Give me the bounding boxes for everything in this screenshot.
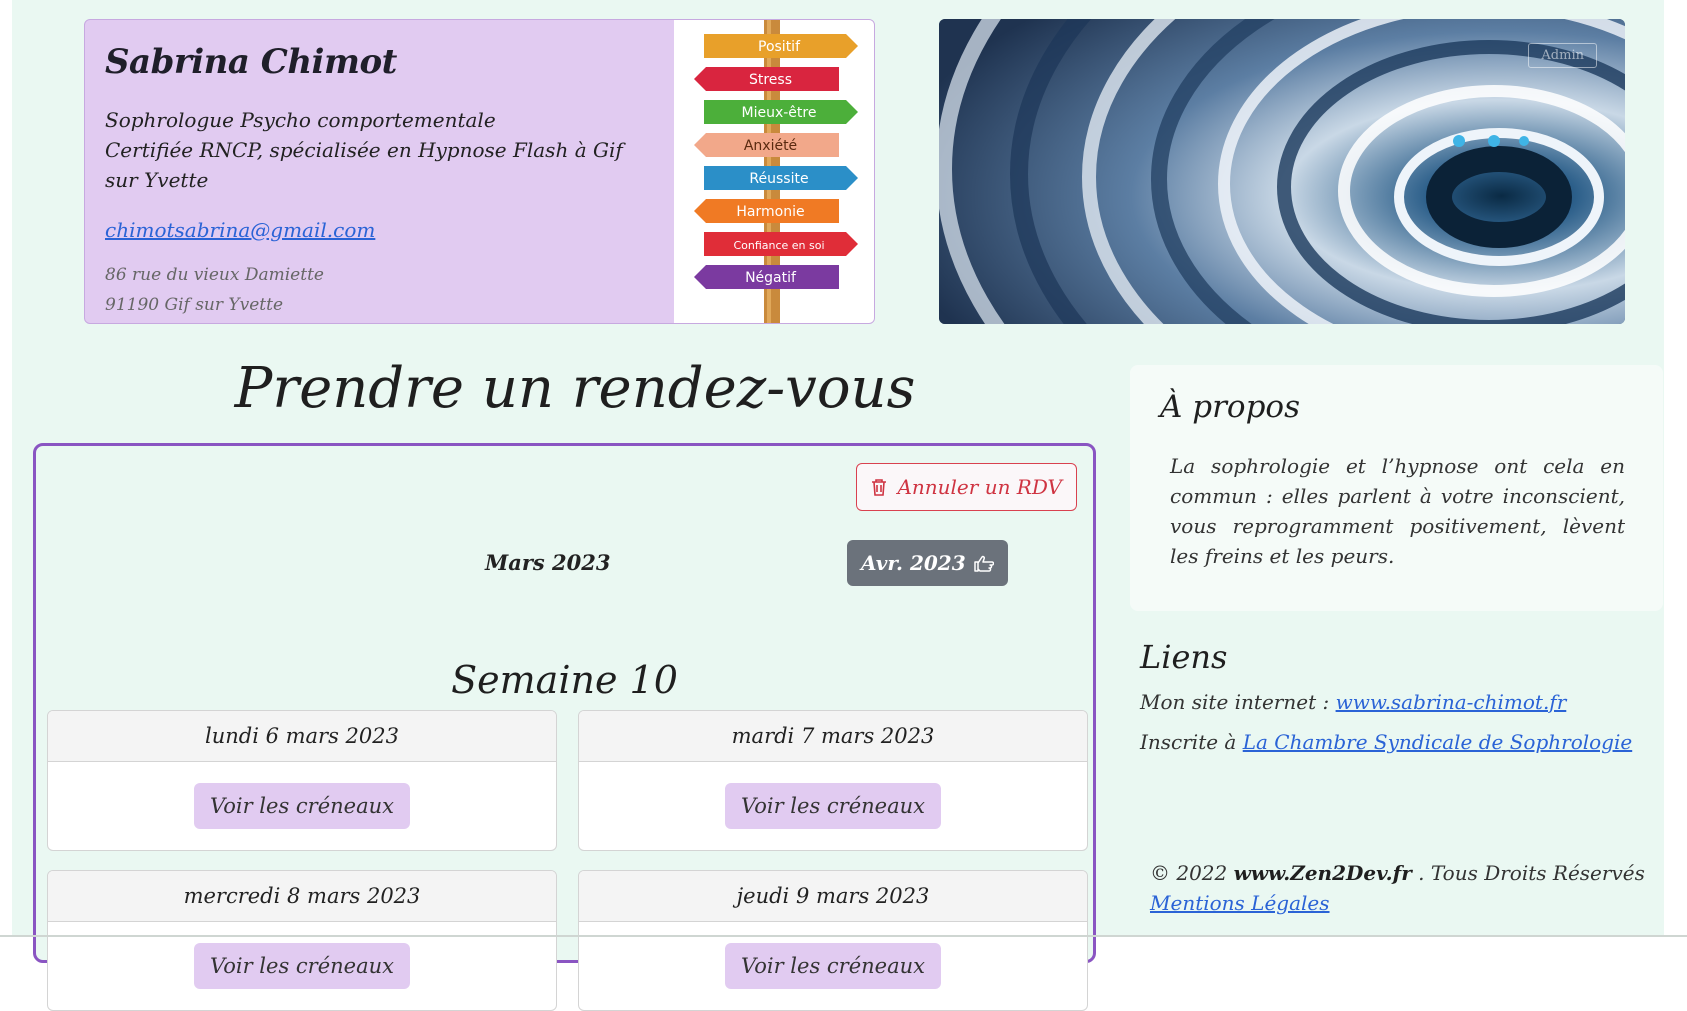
chamber-prefix: Inscrite à [1140,730,1243,754]
week-label: Semaine 10 [451,658,678,702]
profile-card: Sabrina Chimot Sophrologue Psycho compor… [84,19,875,324]
links-title: Liens [1140,638,1228,676]
cancel-appointment-button[interactable]: Annuler un RDV [856,463,1077,511]
profile-description-line: Sophrologue Psycho comportementale [105,108,496,132]
signpost-word: Négatif [745,270,797,286]
footer-rights: . Tous Droits Réservés [1411,861,1645,885]
signpost-word: Positif [758,39,801,55]
signpost-arrow: Stress [694,67,839,91]
spiral-image: Admin [939,19,1625,324]
profile-address: 86 rue du vieux Damiette 91190 Gif sur Y… [105,260,324,320]
signpost-arrow: Harmonie [694,199,839,223]
next-month-button[interactable]: Avr. 2023 [847,540,1008,586]
page: Sabrina Chimot Sophrologue Psycho compor… [12,0,1664,1011]
address-line: 86 rue du vieux Damiette [105,265,324,285]
address-line: 91190 Gif sur Yvette [105,295,284,315]
profile-name: Sabrina Chimot [105,42,397,82]
next-month-label: Avr. 2023 [861,551,966,575]
about-card: À propos La sophrologie et l’hypnose ont… [1130,365,1663,611]
signpost-arrow: Négatif [694,265,839,289]
view-slots-button[interactable]: Voir les créneaux [725,783,941,829]
profile-description: Sophrologue Psycho comportementale Certi… [105,105,625,195]
signpost-arrow: Positif [704,34,858,58]
booking-panel: Annuler un RDV Mars 2023 Avr. 2023 Semai… [33,443,1096,1011]
signpost-word: Stress [749,72,792,88]
admin-link[interactable]: Admin [1528,43,1597,68]
current-month-label: Mars 2023 [485,550,611,575]
cancel-appointment-label: Annuler un RDV [897,475,1062,499]
signpost-arrow: Confiance en soi [704,232,858,256]
about-text: La sophrologie et l’hypnose ont cela en … [1170,454,1625,568]
day-label: mercredi 8 mars 2023 [48,871,556,922]
signpost-word: Mieux-être [742,105,817,121]
signpost-illustration: Positif Stress Mieux-être Anxiété Réussite Ha… [694,20,858,323]
legal-notice-link[interactable]: Mentions Légales [1150,891,1330,915]
chamber-link[interactable]: La Chambre Syndicale de Sophrologie [1243,730,1632,754]
profile-description-line: Certifiée RNCP, spécialisée en Hypnose F… [105,138,623,192]
view-slots-button[interactable]: Voir les créneaux [194,943,410,989]
signpost-arrow: Anxiété [694,133,839,157]
day-label: mardi 7 mars 2023 [579,711,1087,762]
view-slots-button[interactable]: Voir les créneaux [725,943,941,989]
signpost-image: Positif Stress Mieux-être Anxiété Réussite Ha… [674,20,874,323]
copyright-line: © 2022 www.Zen2Dev.fr . Tous Droits Rése… [1150,858,1650,888]
about-title: À propos [1160,389,1300,425]
footer-brand: www.Zen2Dev.fr [1233,861,1412,885]
signpost-arrow: Réussite [704,166,858,190]
day-label: jeudi 9 mars 2023 [579,871,1087,922]
day-card: mardi 7 mars 2023 Voir les créneaux [578,710,1088,851]
copyright-prefix: © 2022 [1150,861,1234,885]
hand-point-right-icon [973,555,994,572]
day-label: lundi 6 mars 2023 [48,711,556,762]
site-prefix: Mon site internet : [1140,690,1336,714]
water-spiral-illustration [939,19,1625,324]
day-card: mercredi 8 mars 2023 Voir les créneaux [47,870,557,1011]
chamber-line: Inscrite à La Chambre Syndicale de Sophr… [1140,730,1632,754]
day-card: jeudi 9 mars 2023 Voir les créneaux [578,870,1088,1011]
site-line: Mon site internet : www.sabrina-chimot.f… [1140,690,1566,714]
signpost-word: Réussite [749,171,808,187]
view-slots-button[interactable]: Voir les créneaux [194,783,410,829]
site-link[interactable]: www.sabrina-chimot.fr [1336,690,1567,714]
booking-title: Prendre un rendez-vous [234,356,916,421]
signpost-word: Anxiété [744,138,797,154]
trash-icon [872,479,887,496]
day-card: lundi 6 mars 2023 Voir les créneaux [47,710,557,851]
footer: © 2022 www.Zen2Dev.fr . Tous Droits Rése… [1150,858,1650,918]
signpost-word: Harmonie [736,204,804,220]
email-link[interactable]: chimotsabrina@gmail.com [105,218,375,242]
signpost-word: Confiance en soi [733,239,824,252]
signpost-arrow: Mieux-être [704,100,858,124]
